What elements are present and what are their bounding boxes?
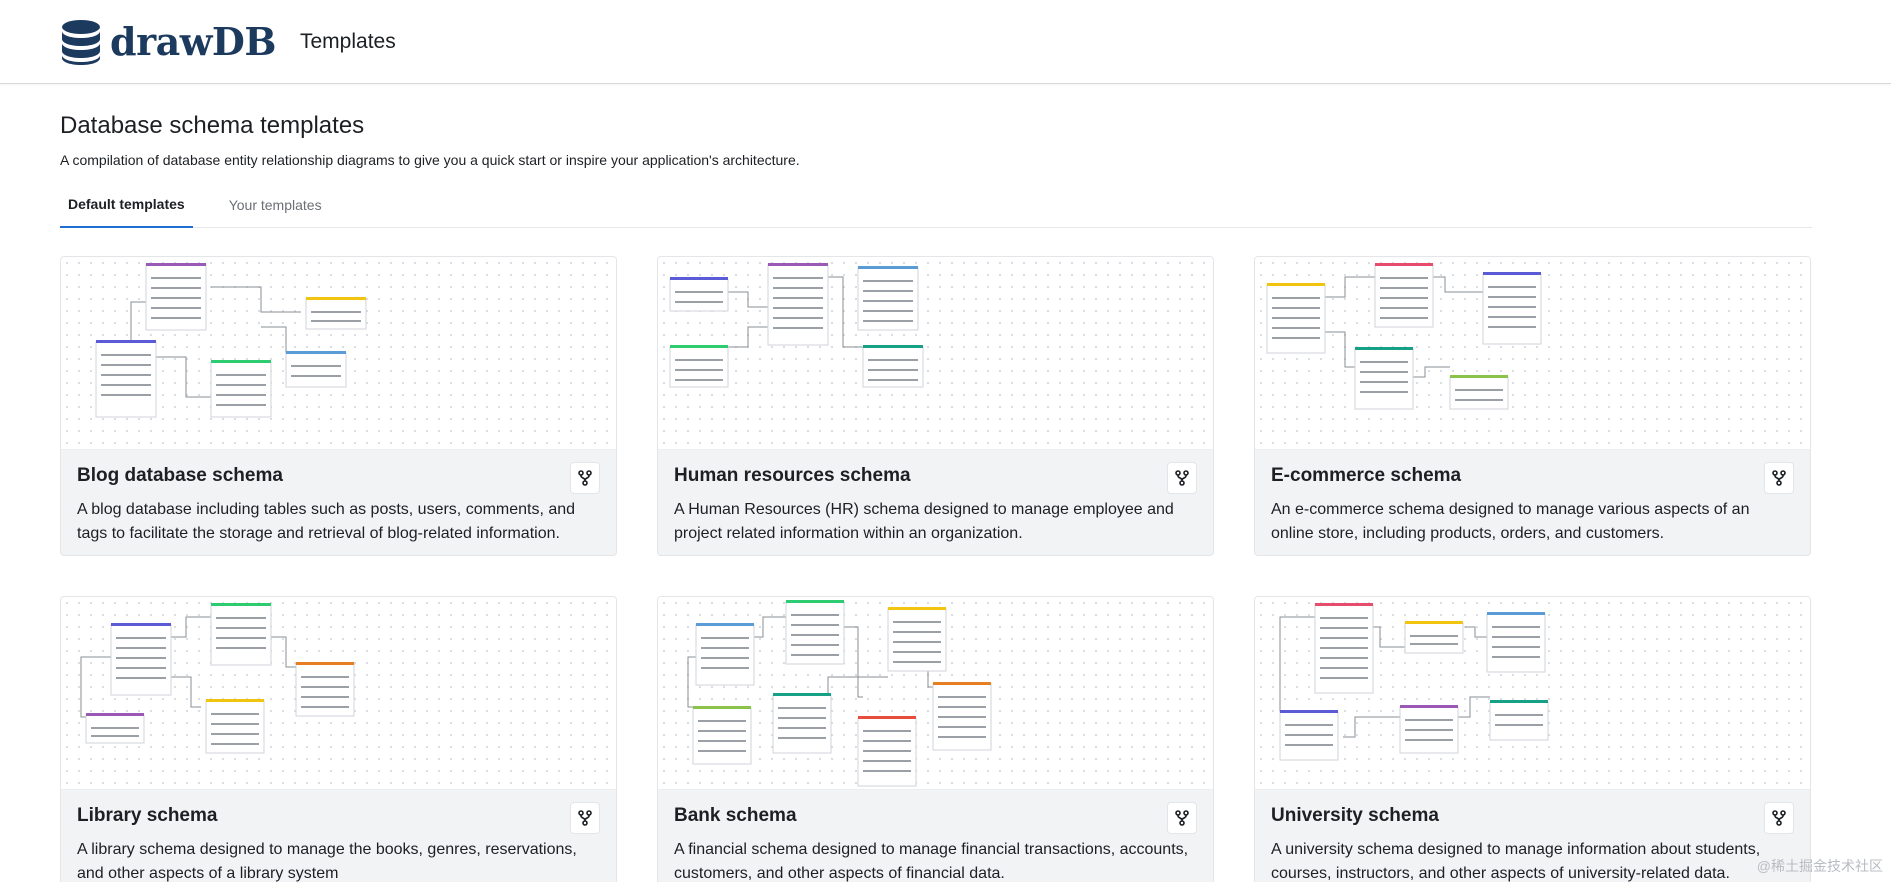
template-grid: Blog database schema A blog database inc… — [60, 256, 1831, 882]
fork-icon — [1175, 470, 1189, 486]
fork-template-button[interactable] — [1764, 802, 1794, 834]
schema-preview — [658, 597, 1213, 790]
tab-your-templates[interactable]: Your templates — [219, 182, 332, 227]
page-title: Database schema templates — [60, 112, 365, 139]
template-card[interactable]: Library schema A library schema designed… — [60, 596, 617, 882]
card-body: E-commerce schema An e-commerce schema d… — [1255, 450, 1810, 546]
tab-bar: Default templates Your templates — [60, 182, 1812, 228]
watermark: @稀土掘金技术社区 — [1756, 858, 1883, 874]
fork-template-button[interactable] — [1167, 802, 1197, 834]
card-title: Human resources schema — [674, 465, 911, 486]
card-title: University schema — [1271, 805, 1439, 826]
card-title: Blog database schema — [77, 465, 283, 486]
schema-preview — [1255, 257, 1810, 450]
card-body: Blog database schema A blog database inc… — [61, 450, 616, 546]
template-card[interactable]: E-commerce schema An e-commerce schema d… — [1254, 256, 1811, 556]
schema-preview — [61, 257, 616, 450]
card-description: An e-commerce schema designed to manage … — [1271, 501, 1750, 542]
page-subtitle: A compilation of database entity relatio… — [60, 152, 800, 168]
fork-template-button[interactable] — [1167, 462, 1197, 494]
template-card[interactable]: University schema A university schema de… — [1254, 596, 1811, 882]
fork-icon — [1772, 470, 1786, 486]
logo[interactable]: drawDB — [60, 19, 277, 65]
template-card[interactable]: Bank schema A financial schema designed … — [657, 596, 1214, 882]
main-content: Database schema templates A compilation … — [0, 84, 1891, 882]
card-body: Human resources schema A Human Resources… — [658, 450, 1213, 546]
top-bar: drawDB Templates — [0, 0, 1891, 84]
fork-icon — [578, 470, 592, 486]
template-card[interactable]: Human resources schema A Human Resources… — [657, 256, 1214, 556]
card-description: A Human Resources (HR) schema designed t… — [674, 501, 1174, 542]
template-card[interactable]: Blog database schema A blog database inc… — [60, 256, 617, 556]
schema-preview — [61, 597, 616, 790]
card-description: A library schema designed to manage the … — [77, 841, 577, 882]
card-title: Library schema — [77, 805, 218, 826]
card-body: University schema A university schema de… — [1255, 790, 1810, 882]
card-body: Library schema A library schema designed… — [61, 790, 616, 882]
schema-preview — [658, 257, 1213, 450]
fork-icon — [1772, 810, 1786, 826]
card-description: A university schema designed to manage i… — [1271, 841, 1761, 882]
fork-icon — [1175, 810, 1189, 826]
card-title: Bank schema — [674, 805, 797, 826]
fork-template-button[interactable] — [1764, 462, 1794, 494]
schema-preview — [1255, 597, 1810, 790]
fork-template-button[interactable] — [570, 462, 600, 494]
fork-icon — [578, 810, 592, 826]
card-body: Bank schema A financial schema designed … — [658, 790, 1213, 882]
tab-default-templates[interactable]: Default templates — [60, 182, 193, 228]
fork-template-button[interactable] — [570, 802, 600, 834]
database-icon — [62, 19, 100, 65]
card-description: A blog database including tables such as… — [77, 501, 576, 542]
logo-wordmark: drawDB — [110, 19, 277, 64]
card-title: E-commerce schema — [1271, 465, 1462, 486]
card-description: A financial schema designed to manage fi… — [674, 841, 1189, 882]
nav-title[interactable]: Templates — [300, 30, 396, 54]
